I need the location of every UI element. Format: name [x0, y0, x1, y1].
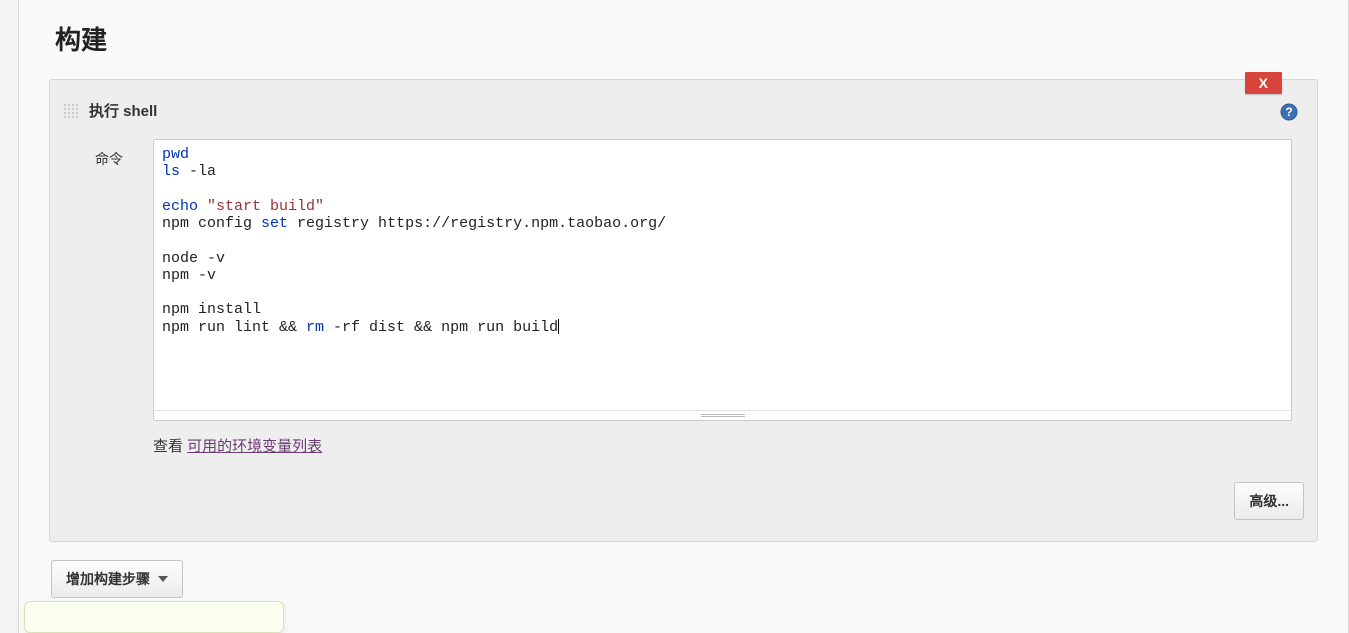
code-token: npm install — [162, 301, 261, 318]
command-textarea[interactable]: pwd ls -la echo "start build" npm config… — [154, 140, 1291, 410]
tooltip-stub — [24, 601, 284, 633]
env-vars-link[interactable]: 可用的环境变量列表 — [187, 438, 322, 455]
command-label: 命令 — [95, 139, 153, 169]
code-token: registry https://registry.npm.taobao.org… — [288, 215, 666, 232]
add-build-step-label: 增加构建步骤 — [66, 569, 150, 589]
code-token: echo — [162, 198, 198, 215]
code-token: "start build" — [207, 198, 324, 215]
code-token: ls — [162, 163, 180, 180]
command-field-row: 命令 pwd ls -la echo "start build" npm con… — [55, 139, 1312, 421]
code-token: npm config — [162, 215, 261, 232]
code-token: pwd — [162, 146, 189, 163]
code-token: node -v — [162, 250, 225, 267]
build-section-body: X ? 执行 shell 命令 pwd ls -la echo "start b… — [49, 79, 1318, 542]
code-token: -la — [180, 163, 216, 180]
advanced-row: 高级... — [55, 460, 1312, 526]
chevron-down-icon — [158, 576, 168, 582]
help-icon[interactable]: ? — [1280, 103, 1298, 121]
advanced-button[interactable]: 高级... — [1234, 482, 1304, 520]
drag-handle-icon[interactable] — [63, 103, 79, 119]
code-token: rm — [306, 319, 324, 336]
add-build-step-button[interactable]: 增加构建步骤 — [51, 560, 183, 598]
code-token: set — [261, 215, 288, 232]
delete-step-button[interactable]: X — [1245, 72, 1282, 94]
resizer-handle[interactable] — [154, 410, 1291, 420]
build-step-shell: X ? 执行 shell 命令 pwd ls -la echo "start b… — [55, 85, 1312, 536]
svg-text:?: ? — [1285, 105, 1292, 119]
code-token: npm -v — [162, 267, 216, 284]
step-title: 执行 shell — [89, 100, 157, 121]
hint-prefix: 查看 — [153, 438, 187, 455]
code-token — [198, 198, 207, 215]
section-heading-build: 构建 — [49, 0, 1318, 79]
step-header: 执行 shell — [55, 86, 1312, 131]
code-token: npm run lint && — [162, 319, 306, 336]
command-code-box: pwd ls -la echo "start build" npm config… — [153, 139, 1292, 421]
add-step-row: 增加构建步骤 — [49, 560, 1318, 598]
code-token: -rf dist && npm run build — [324, 319, 558, 336]
resizer-lines-icon — [701, 414, 745, 418]
text-cursor — [558, 319, 559, 334]
env-vars-hint: 查看 可用的环境变量列表 — [55, 421, 1312, 460]
